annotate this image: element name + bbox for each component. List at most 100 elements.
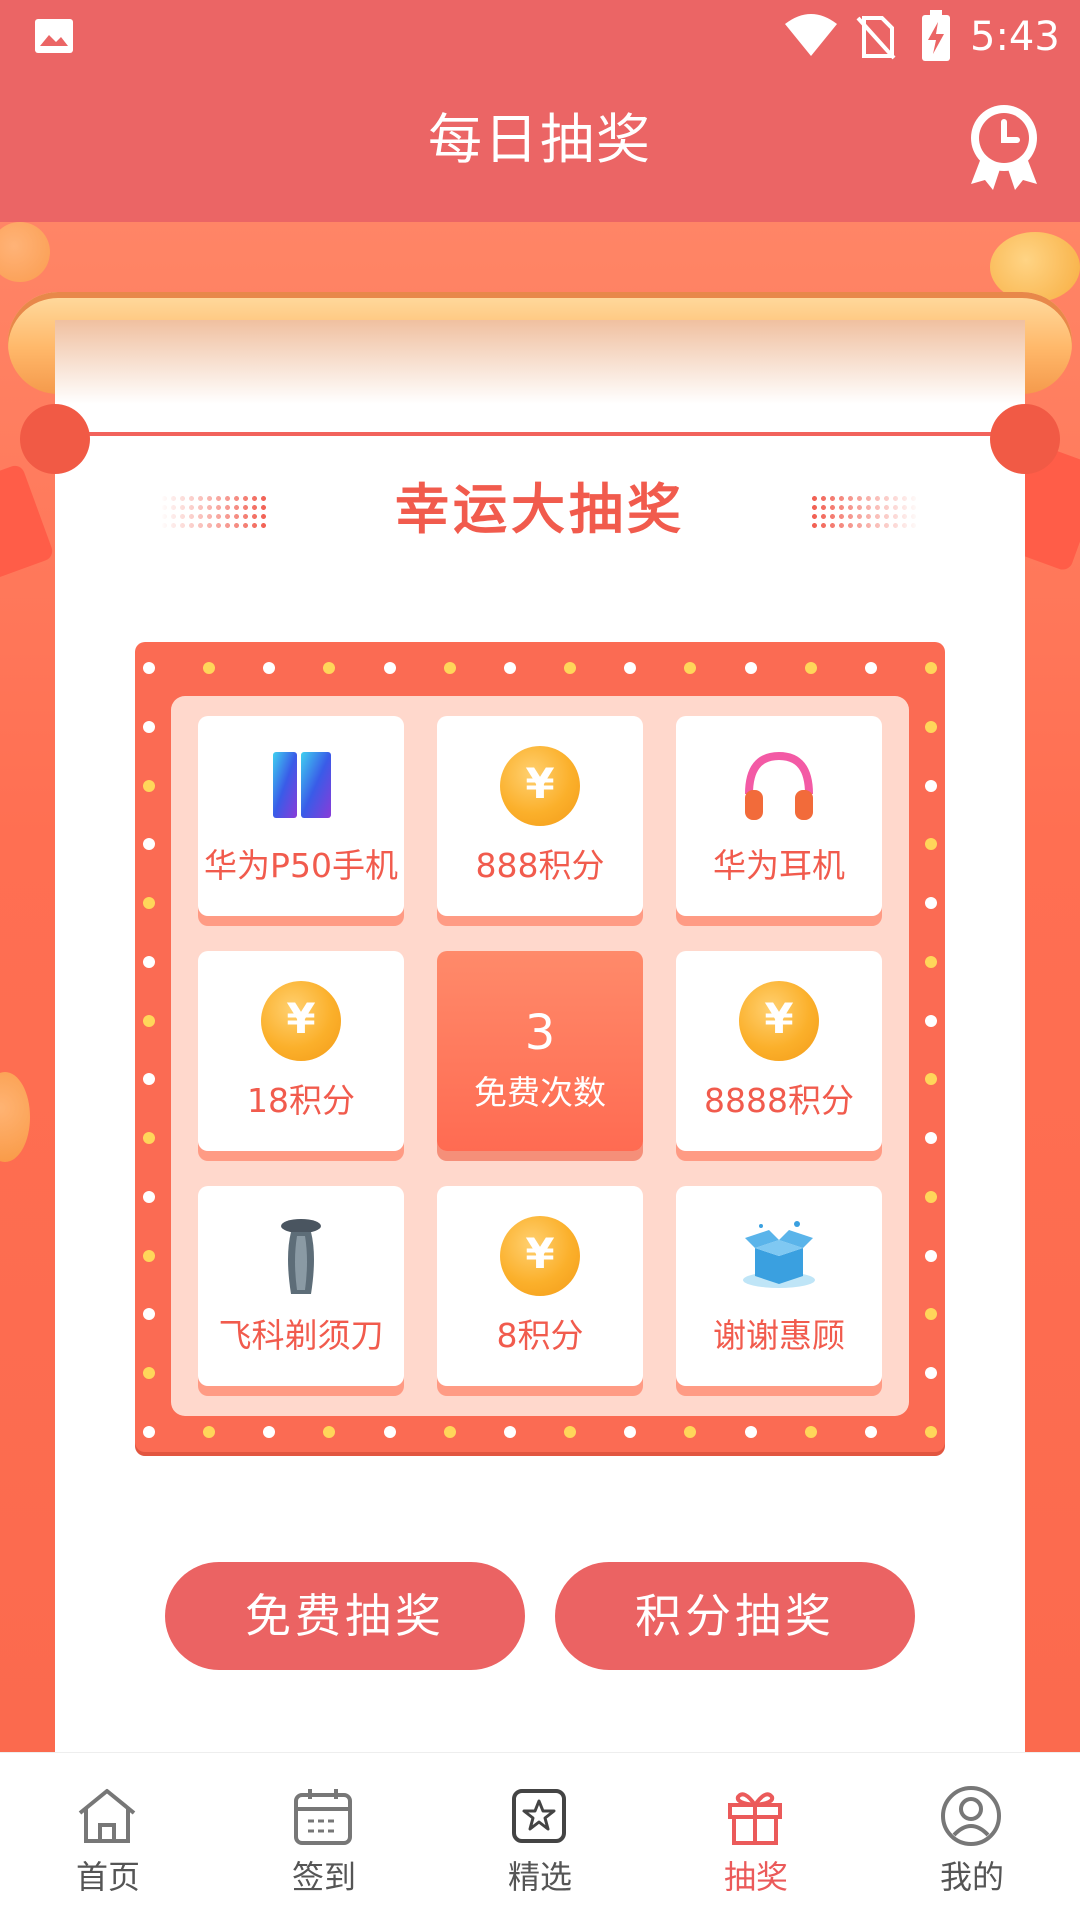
lottery-board: 华为P50手机 ¥ 888积分 华为耳机 ¥ 18积分 3 免费次数 ¥ 888… <box>135 642 945 1452</box>
marquee-light <box>564 662 577 674</box>
title-dots-right <box>810 494 920 530</box>
status-time: 5:43 <box>970 14 1060 60</box>
prize-cell: ¥ 8积分 <box>437 1186 643 1386</box>
marquee-light <box>925 1426 937 1438</box>
free-draw-button[interactable]: 免费抽奖 <box>165 1562 525 1670</box>
marquee-light <box>323 662 336 674</box>
no-sim-icon <box>856 16 896 60</box>
marquee-light <box>143 1014 155 1027</box>
free-count-value: 3 <box>524 1005 556 1061</box>
marquee-light <box>143 1367 155 1380</box>
tab-checkin[interactable]: 签到 <box>216 1753 432 1921</box>
image-notification-icon <box>35 19 73 53</box>
prize-label: 888积分 <box>475 846 605 885</box>
prize-cell: 飞科剃须刀 <box>198 1186 404 1386</box>
status-bar: 5:43 <box>0 0 1080 76</box>
marquee-light <box>925 838 937 851</box>
marquee-light <box>925 1249 937 1262</box>
prize-cell: ¥ 888积分 <box>437 716 643 916</box>
marquee-light <box>143 1426 155 1438</box>
prize-cell: ¥ 18积分 <box>198 951 404 1151</box>
home-icon <box>78 1789 136 1843</box>
marquee-light <box>925 1073 937 1086</box>
prize-label: 华为耳机 <box>713 846 845 885</box>
wifi-icon <box>785 14 837 56</box>
tab-label: 首页 <box>75 1858 140 1896</box>
scroll-shade <box>55 320 1025 440</box>
prize-label: 飞科剃须刀 <box>218 1316 384 1355</box>
marquee-light <box>684 662 697 674</box>
tab-label: 签到 <box>291 1858 356 1896</box>
page-title: 每日抽奖 <box>428 108 652 171</box>
divider <box>55 432 1025 436</box>
marquee-light <box>804 1426 817 1438</box>
free-count-label: 免费次数 <box>474 1073 606 1112</box>
empty-box-icon <box>743 1221 815 1288</box>
marquee-light <box>443 662 456 674</box>
scroll-end-left <box>20 404 90 474</box>
star-icon <box>512 1789 566 1843</box>
marquee-light <box>143 1073 155 1086</box>
marquee-light <box>143 1308 155 1321</box>
bottom-nav: 首页 签到 精选 抽奖 我的 <box>0 1752 1080 1921</box>
marquee-light <box>143 779 155 792</box>
user-icon <box>941 1786 1001 1846</box>
scroll-end-right <box>990 404 1060 474</box>
medal-clock-icon[interactable] <box>965 100 1043 192</box>
marquee-light <box>503 1426 516 1438</box>
phone-icon <box>273 752 331 818</box>
coin-icon: ¥ <box>500 746 580 826</box>
tab-lottery[interactable]: 抽奖 <box>648 1753 864 1921</box>
marquee-light <box>804 662 817 674</box>
marquee-light <box>564 1426 577 1438</box>
prize-cell: 谢谢惠顾 <box>676 1186 882 1386</box>
marquee-light <box>925 720 937 733</box>
marquee-light <box>624 1426 637 1438</box>
tab-home[interactable]: 首页 <box>0 1753 216 1921</box>
marquee-light <box>925 1190 937 1203</box>
shaver-icon <box>281 1219 321 1294</box>
marquee-light <box>925 1132 937 1145</box>
marquee-light <box>925 1014 937 1027</box>
marquee-light <box>503 662 516 674</box>
tab-label: 精选 <box>507 1858 572 1896</box>
prize-cell: ¥ 8888积分 <box>676 951 882 1151</box>
points-draw-button[interactable]: 积分抽奖 <box>555 1562 915 1670</box>
tab-label: 我的 <box>939 1858 1004 1896</box>
coin-icon: ¥ <box>500 1216 580 1296</box>
marquee-light <box>143 662 155 674</box>
prize-label: 8888积分 <box>704 1081 854 1120</box>
marquee-light <box>143 1132 155 1145</box>
marquee-light <box>203 1426 216 1438</box>
tab-profile[interactable]: 我的 <box>864 1753 1080 1921</box>
calendar-icon <box>294 1789 352 1845</box>
marquee-light <box>143 720 155 733</box>
tab-label: 抽奖 <box>723 1858 788 1896</box>
coin-icon: ¥ <box>739 981 819 1061</box>
marquee-light <box>744 662 757 674</box>
marquee-light <box>143 955 155 968</box>
marquee-light <box>383 662 396 674</box>
marquee-light <box>925 662 937 674</box>
battery-charging-icon <box>922 10 950 61</box>
marquee-light <box>925 779 937 792</box>
marquee-light <box>143 1249 155 1262</box>
marquee-light <box>443 1426 456 1438</box>
prize-label: 华为P50手机 <box>204 846 398 885</box>
prize-label: 8积分 <box>496 1316 584 1355</box>
marquee-light <box>684 1426 697 1438</box>
coin-icon: ¥ <box>261 981 341 1061</box>
marquee-light <box>864 662 877 674</box>
marquee-light <box>383 1426 396 1438</box>
prize-label: 18积分 <box>247 1081 355 1120</box>
tab-featured[interactable]: 精选 <box>432 1753 648 1921</box>
free-count-cell[interactable]: 3 免费次数 <box>437 951 643 1151</box>
headphones-icon <box>745 751 813 820</box>
marquee-light <box>143 897 155 910</box>
marquee-light <box>925 897 937 910</box>
prize-cell: 华为P50手机 <box>198 716 404 916</box>
marquee-light <box>203 662 216 674</box>
app-header: 5:43 每日抽奖 <box>0 0 1080 222</box>
marquee-light <box>744 1426 757 1438</box>
coin-decoration <box>0 1072 30 1162</box>
